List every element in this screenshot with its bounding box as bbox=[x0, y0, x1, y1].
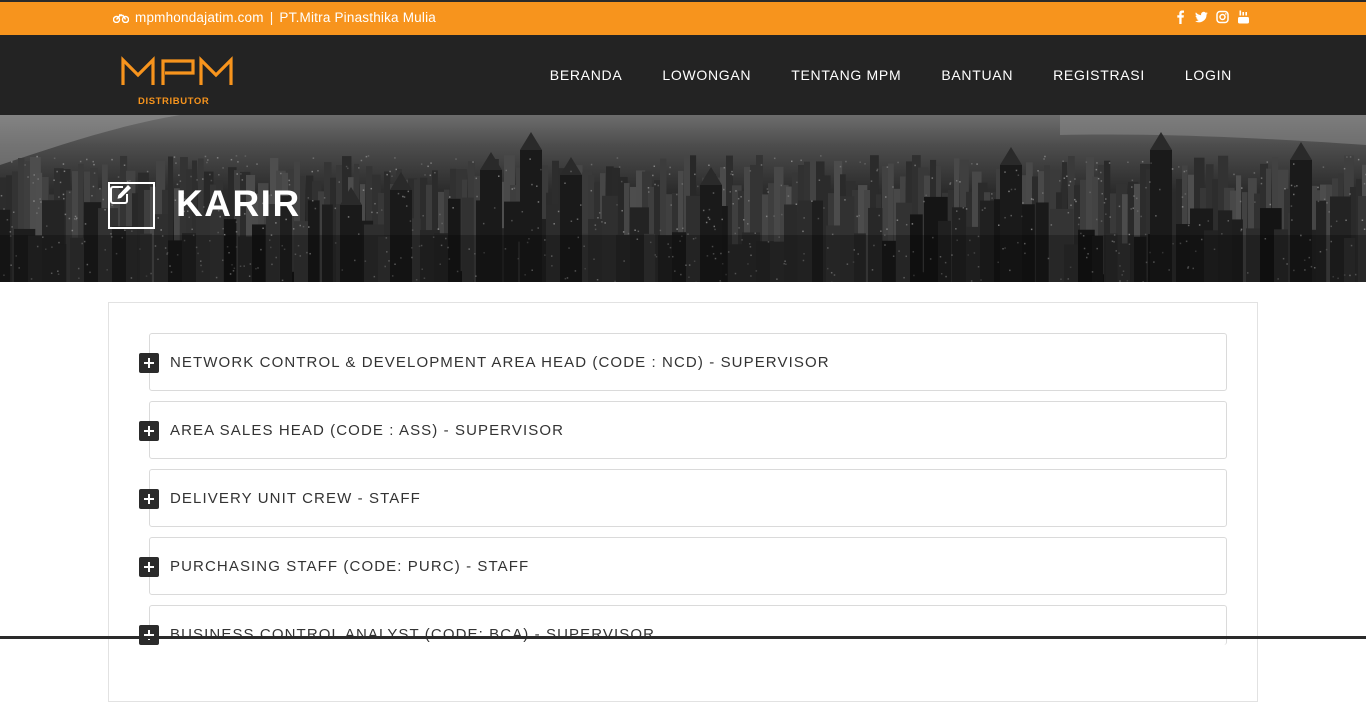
title-icon-box bbox=[108, 182, 155, 229]
instagram-icon[interactable] bbox=[1216, 10, 1229, 24]
nav-beranda[interactable]: BERANDA bbox=[530, 66, 643, 84]
expand-plus-icon[interactable] bbox=[139, 353, 159, 373]
social-links bbox=[1174, 10, 1250, 24]
job-title[interactable]: AREA SALES HEAD (CODE : ASS) - SUPERVISO… bbox=[170, 422, 564, 439]
twitter-icon[interactable] bbox=[1195, 10, 1208, 24]
nav-registrasi[interactable]: REGISTRASI bbox=[1033, 66, 1165, 84]
job-item[interactable]: AREA SALES HEAD (CODE : ASS) - SUPERVISO… bbox=[149, 401, 1227, 459]
edit-icon bbox=[110, 184, 132, 204]
expand-plus-icon[interactable] bbox=[139, 625, 159, 645]
job-title[interactable]: BUSINESS CONTROL ANALYST (CODE: BCA) - S… bbox=[170, 626, 655, 643]
youtube-icon[interactable] bbox=[1237, 10, 1250, 24]
facebook-icon[interactable] bbox=[1174, 10, 1187, 24]
company-name: PT.Mitra Pinasthika Mulia bbox=[279, 10, 436, 25]
motorcycle-icon bbox=[113, 13, 129, 23]
job-title[interactable]: PURCHASING STAFF (CODE: PURC) - STAFF bbox=[170, 558, 529, 575]
job-title[interactable]: DELIVERY UNIT CREW - STAFF bbox=[170, 490, 421, 507]
expand-plus-icon[interactable] bbox=[139, 557, 159, 577]
site-link[interactable]: mpmhondajatim.com bbox=[135, 10, 264, 25]
main-navbar: DISTRIBUTOR BERANDA LOWONGAN TENTANG MPM… bbox=[0, 35, 1366, 115]
topbar-info: mpmhondajatim.com | PT.Mitra Pinasthika … bbox=[113, 10, 436, 25]
expand-plus-icon[interactable] bbox=[139, 489, 159, 509]
job-item[interactable]: DELIVERY UNIT CREW - STAFF bbox=[149, 469, 1227, 527]
nav-lowongan[interactable]: LOWONGAN bbox=[642, 66, 771, 84]
page-title: KARIR bbox=[176, 182, 301, 226]
main-menu: BERANDA LOWONGAN TENTANG MPM BANTUAN REG… bbox=[530, 66, 1252, 84]
expand-plus-icon[interactable] bbox=[139, 421, 159, 441]
nav-tentang-mpm[interactable]: TENTANG MPM bbox=[771, 66, 921, 84]
nav-bantuan[interactable]: BANTUAN bbox=[921, 66, 1033, 84]
job-title[interactable]: NETWORK CONTROL & DEVELOPMENT AREA HEAD … bbox=[170, 354, 830, 371]
top-bar: mpmhondajatim.com | PT.Mitra Pinasthika … bbox=[0, 0, 1366, 35]
page-banner: KARIR bbox=[0, 115, 1366, 282]
nav-login[interactable]: LOGIN bbox=[1165, 66, 1252, 84]
topbar-separator: | bbox=[270, 10, 274, 25]
job-item[interactable]: NETWORK CONTROL & DEVELOPMENT AREA HEAD … bbox=[149, 333, 1227, 391]
logo-subtitle: DISTRIBUTOR bbox=[138, 96, 209, 107]
job-item[interactable]: PURCHASING STAFF (CODE: PURC) - STAFF bbox=[149, 537, 1227, 595]
job-item[interactable]: BUSINESS CONTROL ANALYST (CODE: BCA) - S… bbox=[149, 605, 1227, 645]
